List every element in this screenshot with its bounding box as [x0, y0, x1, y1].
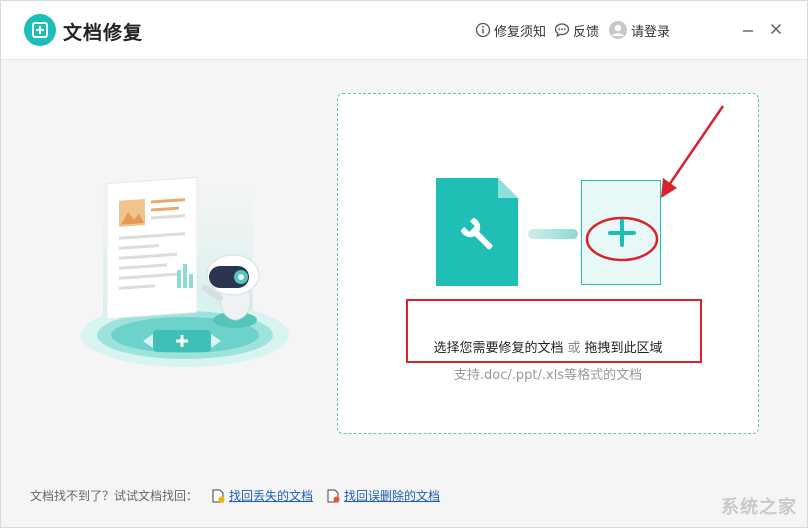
drop-instruction: 选择您需要修复的文档或拖拽到此区域 [338, 337, 758, 356]
recovery-prompt-label: 文档找不到了？试试文档找回： [30, 489, 199, 503]
main-content: 选择您需要修复的文档或拖拽到此区域 支持.doc/.ppt/.xls等格式的文档… [1, 60, 807, 527]
file-drop-zone[interactable]: 选择您需要修复的文档或拖拽到此区域 支持.doc/.ppt/.xls等格式的文档 [337, 93, 759, 434]
connector-bar-icon [528, 229, 578, 239]
chat-bubble-icon [554, 23, 570, 38]
annotation-circle [585, 216, 659, 262]
feedback-button[interactable]: 反馈 [554, 21, 600, 40]
feedback-label: 反馈 [573, 24, 600, 40]
close-icon [771, 24, 781, 34]
document-repair-icon [436, 178, 518, 286]
repair-notice-label: 修复须知 [494, 24, 547, 40]
repair-illustration [81, 176, 289, 367]
or-label: 或 [567, 341, 581, 356]
login-button[interactable]: 请登录 [608, 21, 671, 40]
user-avatar-icon [609, 21, 627, 39]
login-label: 请登录 [631, 24, 671, 40]
footer-recovery-bar: 文档找不到了？试试文档找回： 找回丢失的文档 找回误删除的文档 [30, 487, 440, 504]
minimize-button[interactable] [738, 19, 758, 39]
supported-formats-label: 支持.doc/.ppt/.xls等格式的文档 [453, 368, 643, 383]
lost-file-icon [212, 489, 225, 502]
recover-lost-files-label: 找回丢失的文档 [229, 489, 314, 503]
close-button[interactable] [766, 19, 786, 39]
recover-deleted-files-label: 找回误删除的文档 [344, 489, 441, 503]
info-icon [475, 22, 491, 38]
watermark-text: 系统之家 [721, 497, 797, 518]
app-window: 文档修复 修复须知 反馈 请登录 选择您需要修复的文档 或 拖拽到此区域 支持.… [0, 0, 808, 528]
recover-deleted-files-link[interactable]: 找回误删除的文档 [327, 487, 440, 504]
recover-lost-files-link[interactable]: 找回丢失的文档 [212, 487, 313, 504]
app-logo-icon [24, 14, 56, 46]
title-bar: 文档修复 修复须知 反馈 请登录 [1, 1, 807, 60]
deleted-file-icon [327, 489, 340, 502]
minimize-icon [743, 30, 753, 32]
app-title: 文档修复 [63, 22, 144, 44]
drag-instruction-label: 拖拽到此区域 [584, 341, 663, 356]
select-document-link[interactable]: 选择您需要修复的文档 [433, 341, 563, 356]
annotation-arrow-icon [661, 105, 725, 198]
repair-notice-button[interactable]: 修复须知 [475, 21, 547, 40]
